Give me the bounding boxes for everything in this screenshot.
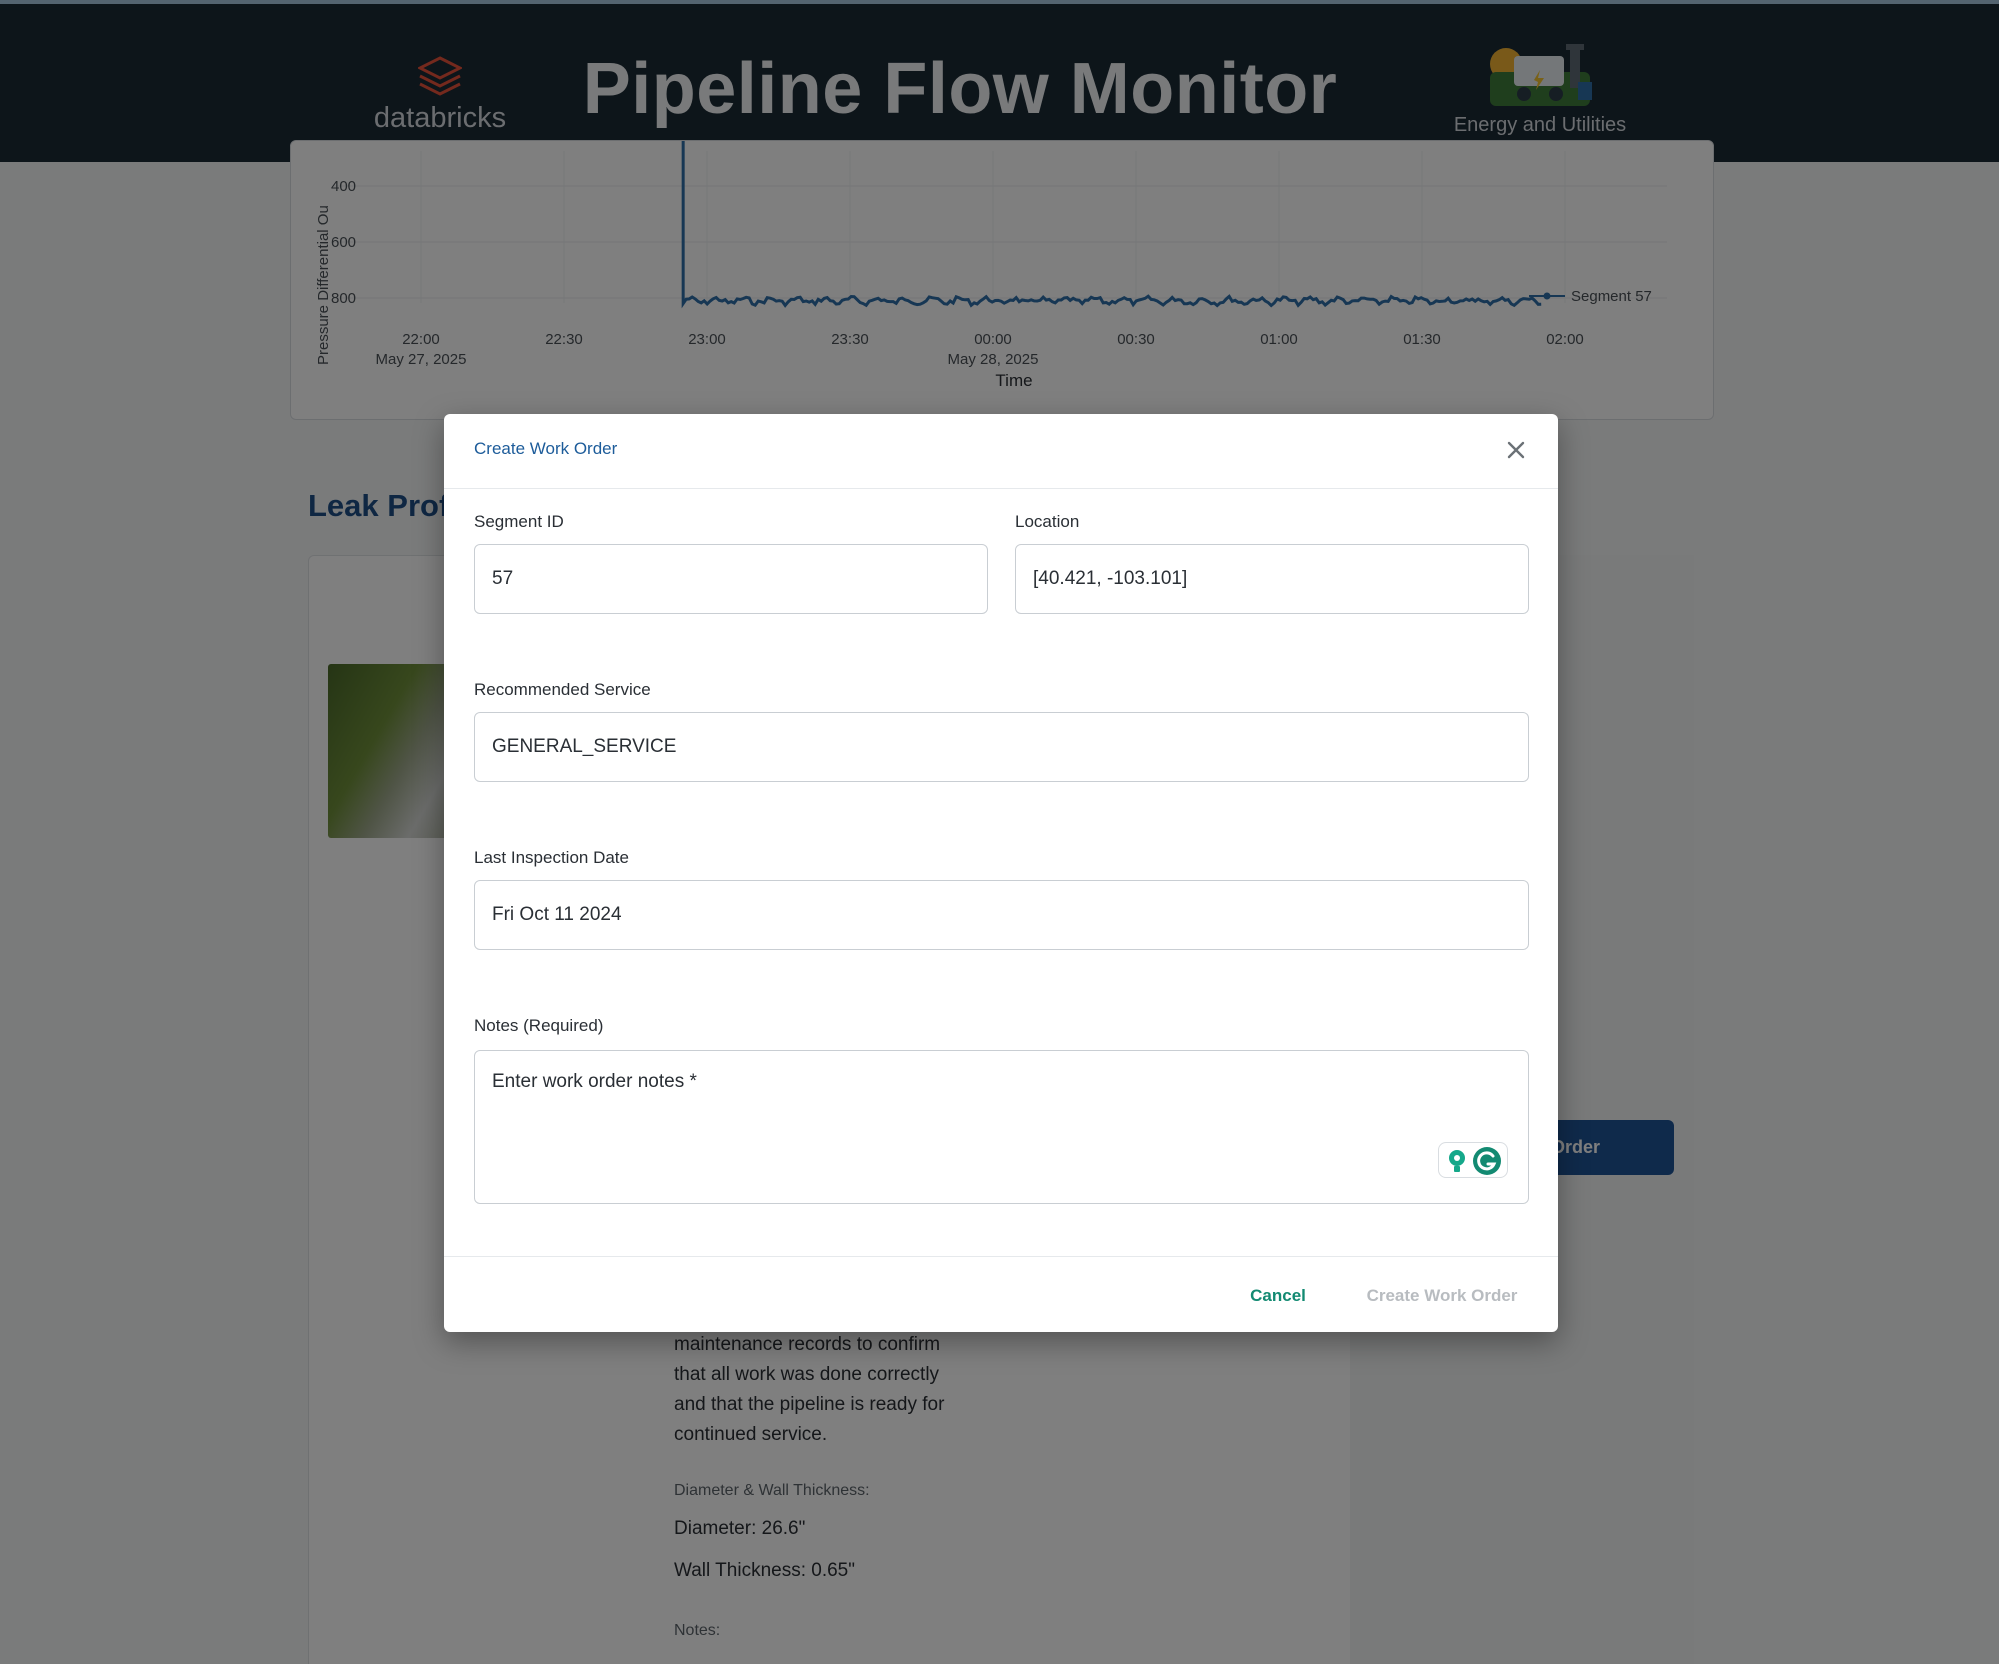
close-icon[interactable] bbox=[1500, 434, 1532, 466]
segment-id-label: Segment ID bbox=[474, 512, 564, 531]
create-work-order-button[interactable]: Create Work Order bbox=[1352, 1276, 1532, 1316]
segment-id-input[interactable] bbox=[474, 544, 988, 614]
create-work-order-dialog: Create Work Order Segment ID Location Re… bbox=[444, 414, 1558, 1332]
recommended-service-label: Recommended Service bbox=[474, 680, 651, 699]
cancel-button[interactable]: Cancel bbox=[1232, 1276, 1324, 1316]
last-inspection-input[interactable] bbox=[474, 880, 1529, 950]
dialog-divider bbox=[444, 1256, 1558, 1257]
location-input[interactable] bbox=[1015, 544, 1529, 614]
dialog-divider bbox=[444, 488, 1558, 489]
grammarly-icon bbox=[1473, 1147, 1501, 1175]
dialog-title: Create Work Order bbox=[474, 439, 618, 458]
lightbulb-icon bbox=[1449, 1150, 1465, 1172]
notes-required-label: Notes (Required) bbox=[474, 1016, 604, 1035]
location-label: Location bbox=[1015, 512, 1080, 531]
last-inspection-label: Last Inspection Date bbox=[474, 848, 629, 867]
grammar-widget[interactable] bbox=[1438, 1142, 1508, 1178]
notes-textarea[interactable] bbox=[474, 1050, 1529, 1204]
recommended-service-input[interactable] bbox=[474, 712, 1529, 782]
